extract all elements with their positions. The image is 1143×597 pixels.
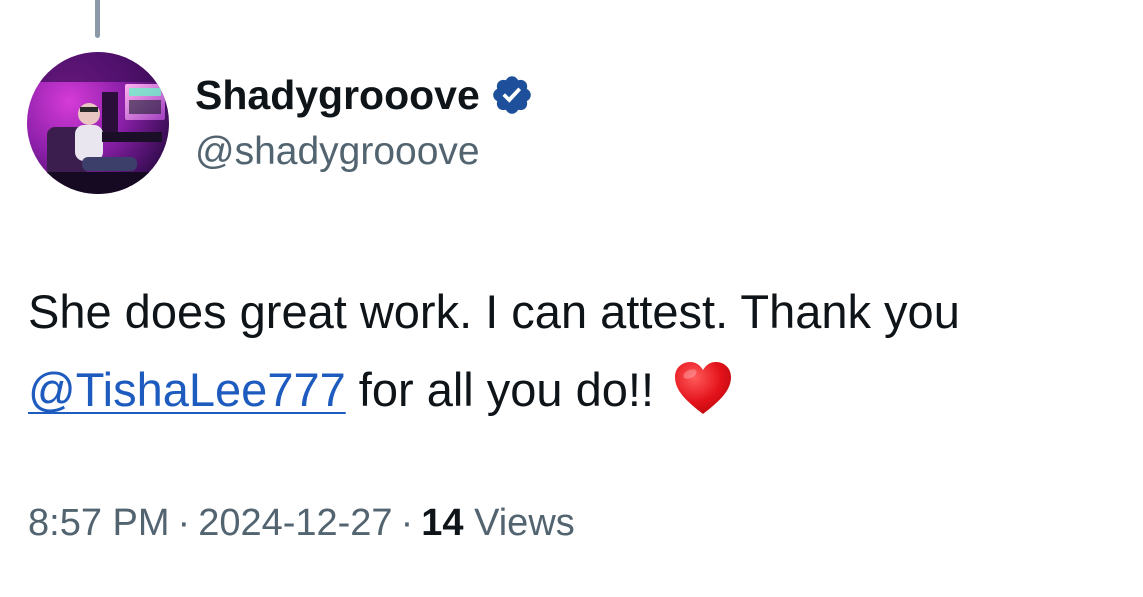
red-heart-icon <box>673 360 733 416</box>
tweet-text: She does great work. I can attest. Thank… <box>28 273 1118 429</box>
meta-separator: · <box>177 502 191 544</box>
avatar-image <box>27 52 169 194</box>
avatar[interactable] <box>27 52 169 194</box>
tweet-time[interactable]: 8:57 PM <box>28 502 170 544</box>
user-info: Shadygrooove @shadygrooove <box>195 68 534 176</box>
views-count[interactable]: 14 <box>421 502 463 544</box>
user-handle[interactable]: @shadygrooove <box>195 128 534 176</box>
display-name[interactable]: Shadygrooove <box>195 68 480 122</box>
verified-badge-icon[interactable] <box>490 73 534 117</box>
tweet-text-line2: for all you do!! <box>345 363 655 416</box>
tweet-text-line1: She does great work. I can attest. Thank… <box>28 285 960 338</box>
tweet-meta: 8:57 PM · 2024-12-27 · 14 Views <box>28 497 575 549</box>
thread-connector-line <box>95 0 100 38</box>
mention-link[interactable]: @TishaLee777 <box>28 363 346 416</box>
views-label[interactable]: Views <box>474 502 575 544</box>
meta-separator: · <box>400 502 414 544</box>
display-name-row: Shadygrooove <box>195 68 534 122</box>
tweet-date[interactable]: 2024-12-27 <box>198 502 392 544</box>
